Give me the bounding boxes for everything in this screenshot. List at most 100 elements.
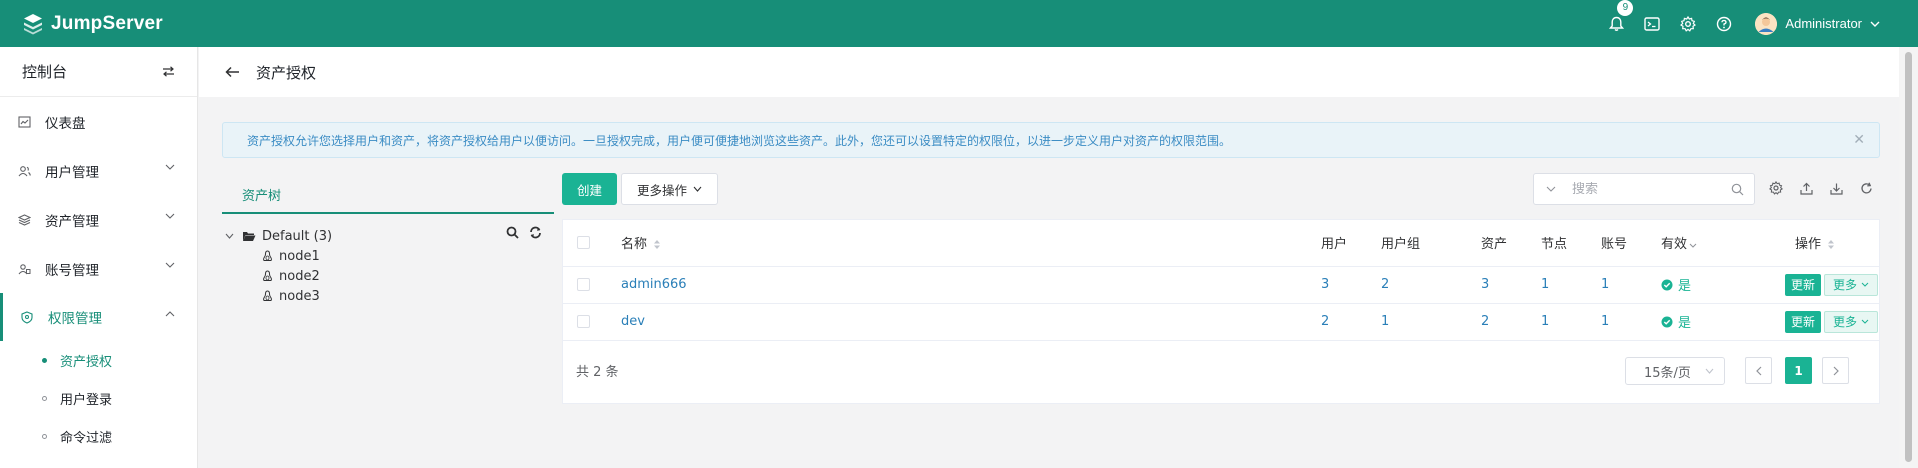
- prev-page-button[interactable]: [1745, 357, 1772, 384]
- app-name: JumpServer: [51, 12, 163, 34]
- refresh-icon[interactable]: [529, 226, 542, 239]
- close-icon[interactable]: ✕: [1853, 132, 1865, 148]
- update-button[interactable]: 更新: [1785, 273, 1821, 296]
- page-scrollbar[interactable]: [1899, 47, 1918, 468]
- next-page-button[interactable]: [1822, 357, 1849, 384]
- sidebar-item-dashboard[interactable]: 仪表盘: [0, 97, 197, 146]
- valid-status: 是: [1661, 275, 1761, 294]
- user-name: Administrator: [1785, 16, 1862, 31]
- valid-label: 是: [1678, 279, 1692, 294]
- row-user-groups-link[interactable]: 1: [1381, 314, 1389, 329]
- row-more-button[interactable]: 更多: [1824, 310, 1878, 333]
- export-button[interactable]: [1828, 180, 1844, 196]
- column-header-assets: 资产: [1481, 237, 1508, 253]
- row-nodes-link[interactable]: 1: [1541, 277, 1549, 292]
- table-row: dev 2 1 2 1 1 是 更新 更多: [563, 303, 1879, 340]
- refresh-icon: [1860, 182, 1872, 193]
- user-avatar-icon: [1755, 12, 1778, 35]
- user-menu[interactable]: Administrator: [1755, 12, 1880, 35]
- table-row: admin666 3 2 3 1 1 是 更新 更多: [563, 266, 1879, 303]
- notifications-button[interactable]: 9: [1605, 0, 1634, 35]
- tree-root-node[interactable]: Default (3): [222, 226, 554, 246]
- sort-icon[interactable]: [653, 239, 661, 250]
- asset-tree: Default (3) node1 node2 node3: [222, 226, 554, 306]
- search-field-select[interactable]: [1534, 186, 1568, 192]
- upload-icon: [1799, 182, 1813, 195]
- help-button[interactable]: [1713, 13, 1735, 35]
- create-button[interactable]: 创建: [562, 173, 617, 205]
- tree-node[interactable]: node3: [222, 286, 554, 306]
- chevron-down-icon[interactable]: [222, 233, 236, 239]
- row-assets-link[interactable]: 3: [1481, 277, 1489, 292]
- tab-asset-tree[interactable]: 资产树: [222, 178, 554, 214]
- linux-icon: [262, 250, 273, 262]
- chevron-down-icon: [1870, 21, 1880, 27]
- column-header-accounts: 账号: [1601, 237, 1628, 253]
- chevron-down-icon: [165, 164, 175, 170]
- alert-text: 资产授权允许您选择用户和资产，将资产授权给用户以便访问。一旦授权完成，用户便可便…: [247, 133, 1232, 148]
- avatar: [1755, 12, 1778, 35]
- sidebar-subitem-command-filter[interactable]: 命令过滤: [0, 417, 197, 455]
- total-count: 共 2 条: [576, 365, 619, 380]
- sidebar-item-accounts[interactable]: 账号管理: [0, 244, 197, 293]
- terminal-button[interactable]: [1641, 13, 1663, 35]
- update-button[interactable]: 更新: [1785, 310, 1821, 333]
- sidebar-item-assets[interactable]: 资产管理: [0, 195, 197, 244]
- sidebar-subitem-asset-permission[interactable]: 资产授权: [0, 341, 197, 379]
- row-user-groups-link[interactable]: 2: [1381, 277, 1389, 292]
- sidebar-item-permissions[interactable]: 权限管理: [0, 293, 197, 341]
- chevron-down-icon: [693, 186, 702, 192]
- tree-node-label: node2: [279, 268, 320, 284]
- terminal-icon: [1644, 16, 1661, 31]
- gear-icon: [1769, 181, 1783, 195]
- chevron-down-icon: [165, 262, 175, 268]
- chevron-down-icon: [1861, 282, 1869, 287]
- tree-node[interactable]: node2: [222, 266, 554, 286]
- scrollbar-thumb[interactable]: [1905, 52, 1912, 462]
- app-logo[interactable]: JumpServer: [22, 13, 163, 35]
- import-button[interactable]: [1798, 180, 1814, 196]
- page-number-button[interactable]: 1: [1785, 357, 1812, 384]
- row-name-link[interactable]: admin666: [621, 277, 687, 292]
- search-icon[interactable]: [506, 226, 519, 239]
- row-accounts-link[interactable]: 1: [1601, 314, 1609, 329]
- row-checkbox[interactable]: [577, 278, 590, 291]
- table-header-row: 名称 用户 用户组 资产 节点 账号 有效 操作: [563, 220, 1879, 267]
- row-nodes-link[interactable]: 1: [1541, 314, 1549, 329]
- more-actions-button[interactable]: 更多操作: [621, 173, 718, 205]
- sidebar-item-users[interactable]: 用户管理: [0, 146, 197, 195]
- settings-button[interactable]: [1677, 13, 1699, 35]
- linux-icon: [262, 290, 273, 302]
- row-users-link[interactable]: 2: [1321, 314, 1329, 329]
- sort-icon[interactable]: [1827, 239, 1835, 250]
- back-button[interactable]: [225, 66, 240, 78]
- sidebar-item-label: 仪表盘: [45, 115, 86, 132]
- tree-node-label: node3: [279, 288, 320, 304]
- search-input[interactable]: [1572, 181, 1722, 197]
- dashboard-icon: [17, 115, 31, 129]
- notification-badge: 9: [1617, 0, 1634, 16]
- chevron-down-icon[interactable]: [1689, 243, 1697, 248]
- search-box[interactable]: [1533, 173, 1755, 205]
- users-icon: [17, 164, 31, 178]
- row-name-link[interactable]: dev: [621, 314, 645, 329]
- sidebar-subitem-user-login[interactable]: 用户登录: [0, 379, 197, 417]
- row-assets-link[interactable]: 2: [1481, 314, 1489, 329]
- switch-view-icon[interactable]: [162, 66, 175, 77]
- more-actions-label: 更多操作: [636, 182, 687, 198]
- row-users-link[interactable]: 3: [1321, 277, 1329, 292]
- row-accounts-link[interactable]: 1: [1601, 277, 1609, 292]
- bullet-icon: [42, 395, 47, 401]
- page-size-select[interactable]: 15条/页: [1625, 357, 1725, 385]
- search-icon[interactable]: [1731, 183, 1744, 196]
- column-header-name[interactable]: 名称: [621, 237, 647, 252]
- column-header-valid[interactable]: 有效: [1661, 237, 1687, 252]
- row-checkbox[interactable]: [577, 315, 590, 328]
- tree-node[interactable]: node1: [222, 246, 554, 266]
- row-more-button[interactable]: 更多: [1824, 273, 1878, 296]
- sidebar-item-label: 权限管理: [48, 311, 102, 327]
- table-settings-button[interactable]: [1768, 180, 1784, 196]
- refresh-button[interactable]: [1858, 180, 1874, 196]
- select-all-checkbox[interactable]: [577, 236, 590, 250]
- shield-icon: [20, 310, 34, 324]
